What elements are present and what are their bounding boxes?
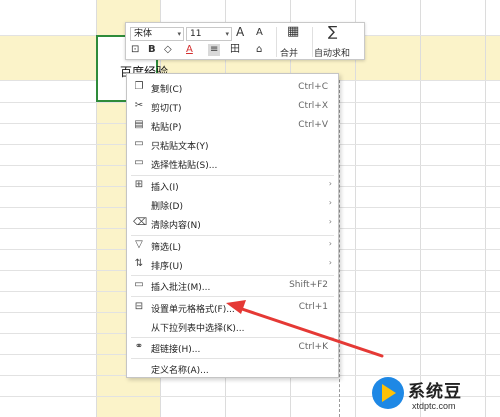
annotation-arrow: [226, 300, 384, 358]
watermark-url: xtdptc.com: [412, 401, 456, 411]
watermark-logo-icon: [372, 377, 404, 409]
watermark-title: 系统豆: [408, 382, 462, 402]
watermark: 系统豆 xtdptc.com: [372, 375, 500, 417]
